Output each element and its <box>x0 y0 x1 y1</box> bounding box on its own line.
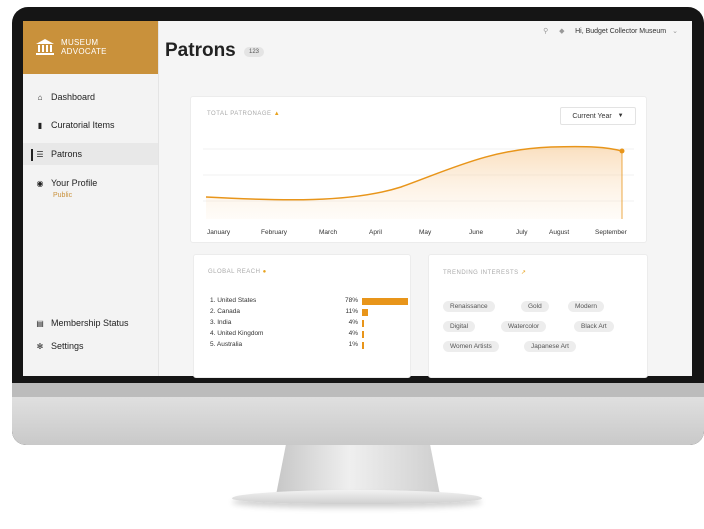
sidebar-item-patrons[interactable]: ☰ Patrons <box>23 143 158 165</box>
month-label: May <box>419 229 432 236</box>
patronage-chart <box>203 145 634 219</box>
globe-icon: ● <box>262 269 267 275</box>
end-point[interactable] <box>619 148 625 154</box>
greeting-text: Hi, Budget Collector Museum <box>575 27 667 35</box>
profile-icon: ◉ <box>36 178 44 188</box>
country-percent: 1% <box>348 341 358 348</box>
home-icon: ⌂ <box>37 92 43 102</box>
bell-icon[interactable]: ◆ <box>559 27 569 35</box>
reach-row: 1. United States 78% <box>210 297 408 306</box>
chart-icon: ▮ <box>37 120 43 130</box>
reach-row: 3. India 4% <box>210 319 390 328</box>
card-title: TRENDING INTERESTS ↗ <box>443 269 526 276</box>
sidebar: MUSEUM ADVOCATE ⌂ Dashboard ▮ Curatorial… <box>23 21 159 376</box>
reach-row: 5. Australia 1% <box>210 341 390 350</box>
country-name: 1. United States <box>210 297 257 304</box>
trend-icon: ↗ <box>520 270 527 276</box>
country-name: 3. India <box>210 319 232 326</box>
sidebar-item-curatorial[interactable]: ▮ Curatorial Items <box>23 114 158 136</box>
month-label: January <box>207 229 231 236</box>
brand-line-1: MUSEUM <box>61 38 99 47</box>
topbar: ⚲ ◆ Hi, Budget Collector Museum ⌄ <box>159 21 692 43</box>
month-label: June <box>469 229 484 236</box>
country-name: 4. United Kingdom <box>210 330 264 337</box>
month-label: September <box>595 229 627 236</box>
monitor-stand-neck <box>276 445 440 495</box>
patronage-icon: ▲ <box>273 111 281 117</box>
sidebar-item-settings[interactable]: ✻ Settings <box>23 335 158 357</box>
country-bar <box>362 320 365 327</box>
brand-name: MUSEUM ADVOCATE <box>61 38 107 56</box>
brand-line-2: ADVOCATE <box>61 47 107 56</box>
card-title: GLOBAL REACH ● <box>208 269 267 275</box>
patron-count-badge: 123 <box>244 47 265 57</box>
sidebar-item-label: Membership Status <box>51 318 129 328</box>
gear-icon: ✻ <box>36 341 44 351</box>
month-label: March <box>319 229 338 236</box>
monitor-chin <box>12 383 704 445</box>
chevron-down-icon: ▼ <box>617 113 624 119</box>
museum-icon <box>36 39 54 55</box>
monitor-stand-base <box>232 490 482 504</box>
interest-tag[interactable]: Modern <box>568 301 605 312</box>
interest-tag[interactable]: Women Artists <box>443 341 499 352</box>
country-percent: 4% <box>348 330 358 337</box>
card-icon: ▤ <box>36 318 44 328</box>
month-label: February <box>261 229 288 236</box>
country-bar <box>362 298 408 305</box>
period-select[interactable]: Current Year ▼ <box>560 107 636 125</box>
search-icon[interactable]: ⚲ <box>543 27 553 35</box>
country-bar <box>362 309 369 316</box>
interest-tag[interactable]: Black Art <box>574 321 614 332</box>
country-name: 5. Australia <box>210 341 243 348</box>
card-title: TOTAL PATRONAGE ▲ <box>207 111 280 117</box>
country-bar <box>362 342 364 349</box>
active-indicator <box>31 149 33 161</box>
profile-visibility: Public <box>53 192 73 199</box>
interest-tag[interactable]: Digital <box>443 321 476 332</box>
reach-title: GLOBAL REACH <box>208 269 261 275</box>
interest-tag[interactable]: Gold <box>521 301 549 312</box>
sidebar-item-profile[interactable]: ◉ Your Profile <box>23 172 158 194</box>
country-percent: 78% <box>344 297 358 304</box>
country-percent: 4% <box>348 319 358 326</box>
trending-interests-card: TRENDING INTERESTS ↗ Renaissance Gold Mo… <box>428 254 648 378</box>
sidebar-item-membership[interactable]: ▤ Membership Status <box>23 312 158 334</box>
country-bar <box>362 331 365 338</box>
period-value: Current Year <box>572 112 612 120</box>
interest-tag[interactable]: Japanese Art <box>524 341 576 352</box>
month-label: July <box>516 229 528 236</box>
interest-tag[interactable]: Renaissance <box>443 301 495 312</box>
patronage-card: TOTAL PATRONAGE ▲ Current Year ▼ January… <box>190 96 647 243</box>
reach-row: 4. United Kingdom 4% <box>210 330 390 339</box>
sidebar-item-label: Patrons <box>51 149 83 159</box>
chevron-down-icon[interactable]: ⌄ <box>672 27 678 35</box>
sidebar-item-dashboard[interactable]: ⌂ Dashboard <box>23 86 158 108</box>
sidebar-item-label: Dashboard <box>51 92 96 102</box>
page-title: Patrons <box>165 40 236 61</box>
sidebar-item-label: Your Profile <box>51 178 98 188</box>
country-percent: 11% <box>345 308 358 315</box>
interest-tag[interactable]: Watercolor <box>501 321 547 332</box>
sidebar-item-label: Curatorial Items <box>51 120 115 130</box>
country-name: 2. Canada <box>210 308 240 315</box>
patrons-icon: ☰ <box>36 149 44 159</box>
sidebar-item-label: Settings <box>51 341 84 351</box>
month-label: April <box>369 229 383 236</box>
user-menu[interactable]: ⚲ ◆ Hi, Budget Collector Museum ⌄ <box>543 27 678 36</box>
chin-edge <box>12 383 704 397</box>
global-reach-card: GLOBAL REACH ● 1. United States 78% 2. Can… <box>193 254 411 378</box>
patronage-title: TOTAL PATRONAGE <box>207 111 272 117</box>
month-label: August <box>549 229 570 236</box>
reach-row: 2. Canada 11% <box>210 308 390 317</box>
interests-title: TRENDING INTERESTS <box>443 270 519 276</box>
brand-logo[interactable]: MUSEUM ADVOCATE <box>23 21 158 74</box>
